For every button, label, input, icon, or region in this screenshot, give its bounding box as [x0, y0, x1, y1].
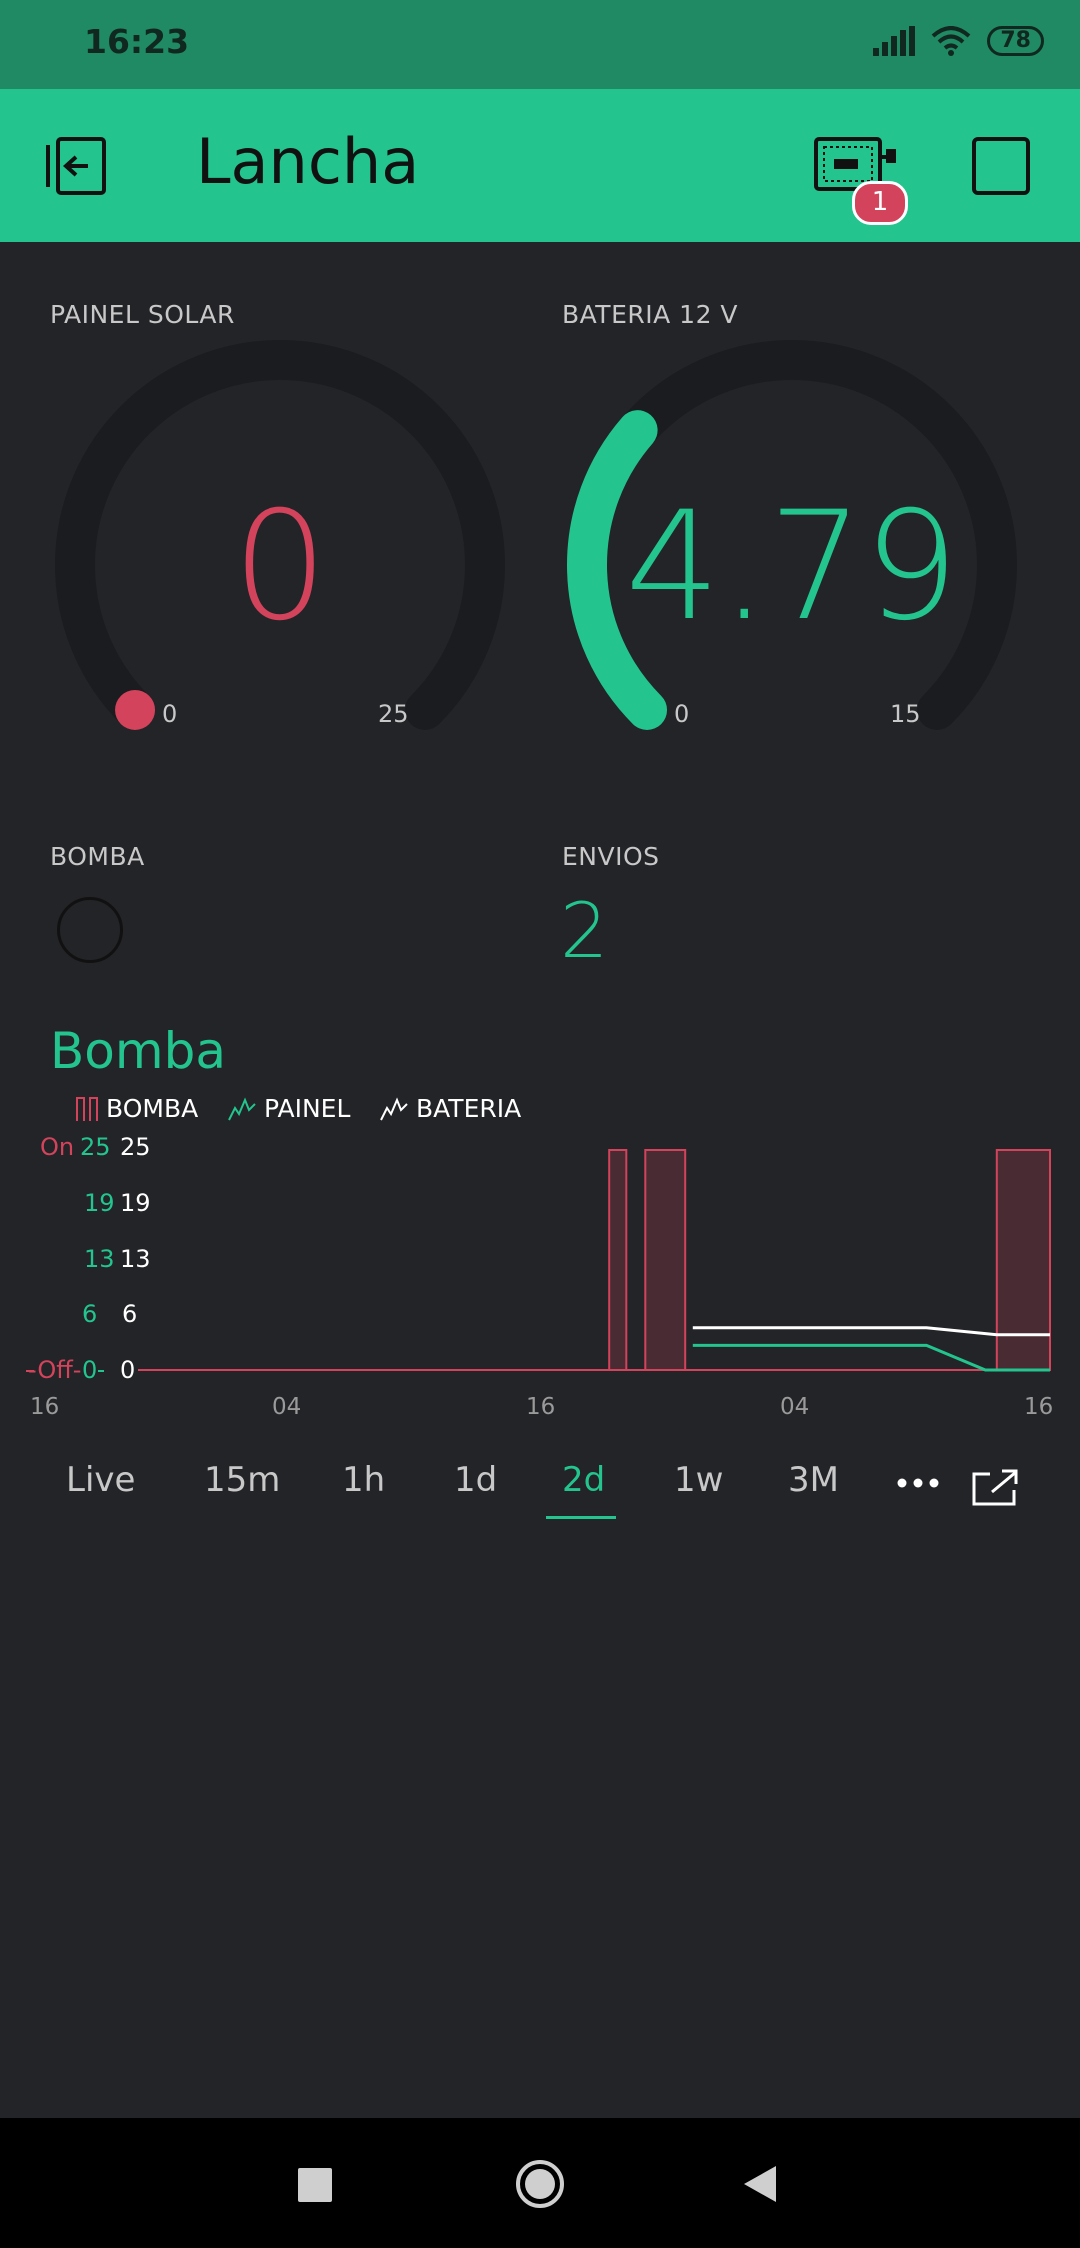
page-title: Lancha	[196, 125, 420, 198]
bomba-on-bar	[644, 1149, 687, 1371]
led-label: BOMBA	[50, 842, 145, 871]
status-icons: 78	[873, 26, 1044, 56]
fullscreen-icon[interactable]	[970, 1468, 1020, 1508]
gauge-painel-max: 25	[378, 700, 409, 728]
chart-title: Bomba	[50, 1022, 226, 1080]
period-1h[interactable]: 1h	[342, 1460, 385, 1500]
exit-icon[interactable]	[44, 135, 110, 197]
legend-bomba-icon	[76, 1096, 98, 1121]
gauge-bateria-value: 4.79	[625, 480, 959, 654]
app-bar: Lancha 1	[0, 89, 1080, 242]
period-1w[interactable]: 1w	[674, 1460, 723, 1500]
active-period-indicator	[546, 1516, 616, 1519]
legend-bateria-icon	[380, 1096, 408, 1120]
history-chart[interactable]	[0, 1140, 1080, 1380]
gauge-bateria-min: 0	[674, 700, 690, 728]
legend-bateria[interactable]: BATERIA	[380, 1094, 521, 1123]
gauge-fill	[115, 689, 156, 730]
period-3m[interactable]: 3M	[788, 1460, 839, 1500]
period-15m[interactable]: 15m	[204, 1460, 280, 1500]
signal-icon	[873, 26, 916, 56]
more-icon[interactable]	[896, 1477, 940, 1489]
status-bar: 16:23 78	[0, 0, 1080, 89]
play-mode-button[interactable]	[972, 137, 1030, 195]
xtick: 16	[526, 1394, 556, 1420]
legend-painel[interactable]: PAINEL	[228, 1094, 350, 1123]
xtick: 04	[272, 1394, 302, 1420]
gauge-bateria-max: 15	[890, 700, 921, 728]
gauge-painel-min: 0	[162, 700, 178, 728]
legend-painel-icon	[228, 1096, 256, 1120]
notification-badge: 1	[852, 181, 908, 225]
battery-indicator: 78	[987, 26, 1044, 56]
home-icon[interactable]	[514, 2158, 566, 2210]
led-indicator	[57, 897, 123, 963]
status-time: 16:23	[84, 22, 190, 61]
system-nav-bar	[0, 2118, 1080, 2248]
xtick: 04	[780, 1394, 810, 1420]
legend-bomba-label: BOMBA	[106, 1094, 199, 1123]
envios-label: ENVIOS	[562, 842, 660, 871]
back-icon[interactable]	[742, 2164, 778, 2204]
period-2d[interactable]: 2d	[562, 1460, 605, 1500]
period-live[interactable]: Live	[66, 1460, 135, 1500]
xtick: 16	[30, 1394, 60, 1420]
period-1d[interactable]: 1d	[454, 1460, 497, 1500]
legend-bomba[interactable]: BOMBA	[76, 1094, 198, 1123]
legend-bateria-label: BATERIA	[416, 1094, 522, 1123]
bomba-on-bar	[608, 1149, 628, 1371]
recents-icon[interactable]	[298, 2168, 332, 2202]
envios-value: 2	[560, 886, 609, 975]
bomba-on-bar	[995, 1149, 1051, 1371]
legend-painel-label: PAINEL	[264, 1094, 351, 1123]
gauge-painel-value: 0	[232, 480, 328, 654]
wifi-icon	[932, 26, 971, 56]
xtick: 16	[1024, 1394, 1054, 1420]
